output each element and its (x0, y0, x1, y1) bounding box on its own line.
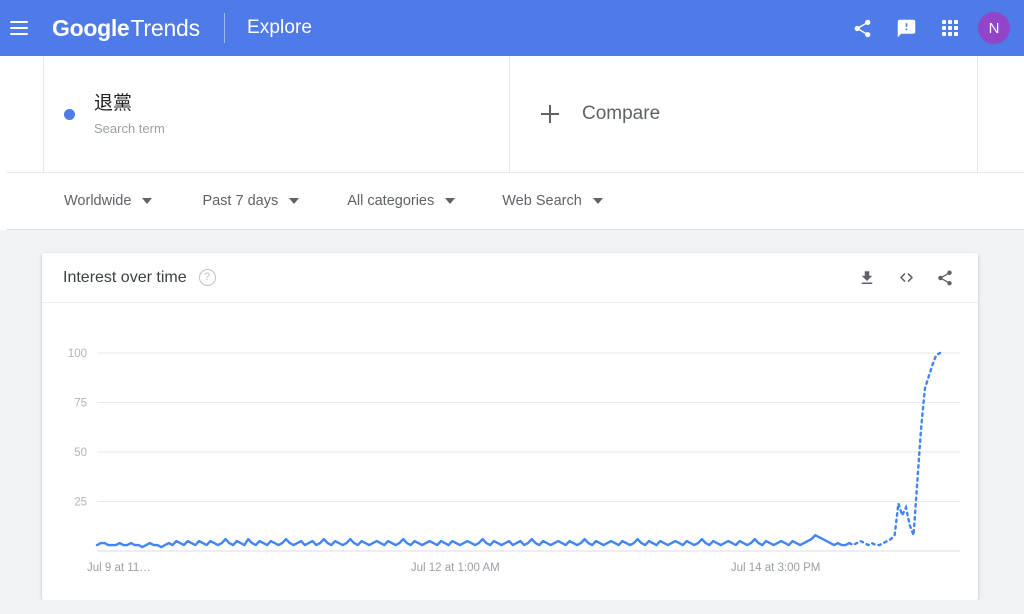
filter-location-label: Worldwide (64, 193, 132, 209)
chevron-down-icon (592, 198, 603, 204)
filter-search-type-label: Web Search (502, 193, 582, 209)
chart-y-axis-labels: 25 50 75 100 (68, 348, 87, 509)
x-tick-label: Jul 9 at 11… (87, 562, 151, 574)
search-term-card[interactable]: 退黨 Search term (44, 56, 510, 172)
chart-gridlines (97, 352, 960, 552)
filter-bar: Worldwide Past 7 days All categories Web… (0, 172, 1024, 230)
x-tick-label: Jul 14 at 3:00 PM (731, 562, 821, 574)
avatar-initial: N (988, 19, 1000, 37)
brand-trends-text: Trends (130, 14, 200, 41)
appbar-divider (223, 13, 225, 43)
series-line-dashed-partial (848, 351, 942, 547)
search-term-type: Search term (94, 120, 165, 136)
left-white-edge (0, 56, 7, 230)
series-color-dot (64, 108, 75, 120)
x-tick-label: Jul 12 at 1:00 AM (411, 562, 500, 574)
brand-google-text: Google (52, 14, 130, 41)
filter-category-label: All categories (347, 193, 435, 209)
filter-time-range-label: Past 7 days (202, 193, 279, 209)
chevron-down-icon (445, 198, 456, 204)
explore-link[interactable]: Explore (247, 17, 312, 39)
chart-series-line (95, 351, 942, 549)
help-circle-icon[interactable]: ? (198, 269, 216, 286)
embed-code-icon[interactable] (895, 267, 917, 289)
card-actions (856, 267, 956, 289)
compare-button[interactable]: Compare (510, 56, 978, 172)
search-term-texts: 退黨 Search term (94, 92, 165, 136)
share-icon[interactable] (840, 6, 884, 50)
y-tick-label: 100 (68, 348, 87, 360)
apps-grid-icon[interactable] (928, 6, 972, 50)
page-root: Google Trends Explore N 退黨 Search term C… (0, 0, 1024, 614)
app-bar: Google Trends Explore N (0, 0, 1024, 56)
search-term-label: 退黨 (94, 93, 133, 115)
y-tick-label: 50 (74, 447, 87, 459)
filter-time-range[interactable]: Past 7 days (202, 173, 300, 229)
card-title: Interest over time (63, 268, 187, 286)
feedback-icon[interactable] (884, 6, 928, 50)
apps-grid-dots (942, 20, 958, 36)
chevron-down-icon (142, 198, 153, 204)
chevron-down-icon (289, 198, 300, 204)
appbar-actions: N (840, 6, 1012, 50)
series-line-solid (95, 533, 851, 549)
search-term-row: 退黨 Search term Compare (0, 56, 1024, 172)
interest-over-time-chart[interactable]: 255075100 Jul 9 at 11… Jul 12 at 1:00 AM J… (42, 303, 978, 599)
hamburger-menu-icon[interactable] (10, 16, 34, 40)
term-right-gutter (978, 56, 1024, 172)
chart-area[interactable]: 25 50 75 100 Jul 9 at 11… Jul 12 at 1:00 AM J… (42, 303, 978, 599)
plus-icon (541, 105, 559, 123)
compare-label: Compare (582, 103, 661, 124)
y-tick-label: 75 (74, 398, 87, 410)
share-icon[interactable] (934, 267, 956, 289)
card-header: Interest over time ? (42, 253, 978, 303)
brand-logo[interactable]: Google Trends (52, 15, 200, 42)
filter-search-type[interactable]: Web Search (502, 173, 603, 229)
download-icon[interactable] (856, 267, 878, 289)
filter-location[interactable]: Worldwide (64, 173, 153, 229)
interest-over-time-card: Interest over time ? 25 50 75 100 Jul 9 … (42, 253, 978, 600)
avatar[interactable]: N (978, 12, 1010, 44)
filter-category[interactable]: All categories (347, 173, 456, 229)
y-tick-label: 25 (74, 497, 87, 509)
page-bottom-fill (0, 600, 1024, 614)
chart-x-axis-labels: Jul 9 at 11… Jul 12 at 1:00 AM Jul 14 at 3… (87, 562, 820, 574)
